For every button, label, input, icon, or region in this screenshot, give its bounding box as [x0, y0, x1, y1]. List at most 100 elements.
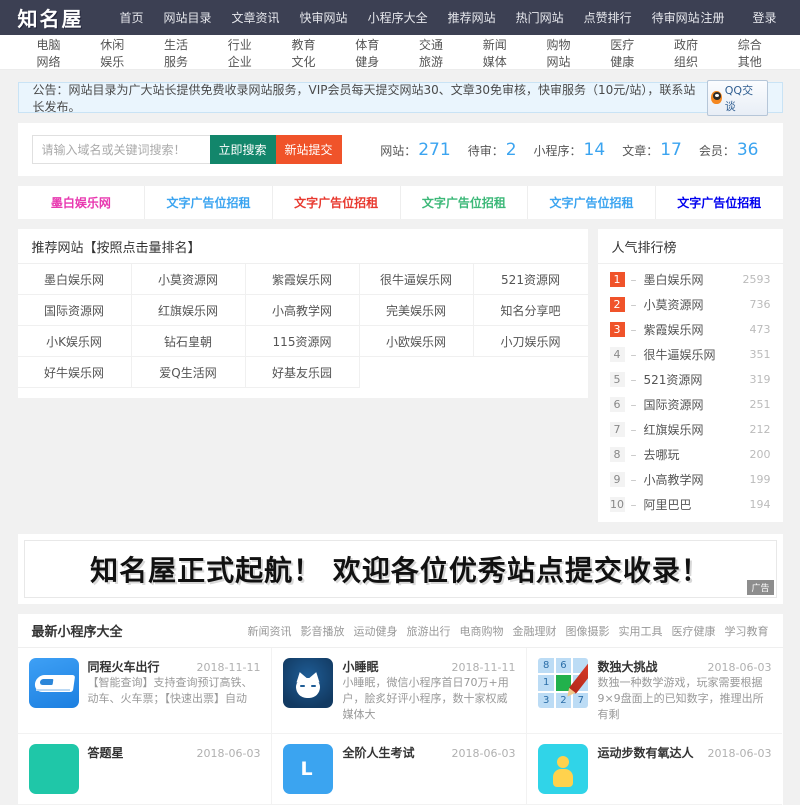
- text-ad-6[interactable]: 文字广告位招租: [656, 186, 783, 219]
- site-logo[interactable]: 知名屋: [18, 3, 84, 32]
- site-link[interactable]: 小K娱乐网: [17, 326, 132, 357]
- mp-category-news[interactable]: 新闻资讯: [248, 623, 292, 639]
- mp-category-fitness[interactable]: 运动健身: [354, 623, 398, 639]
- miniprogram-card[interactable]: L 全阶人生考试 2018-06-03: [272, 734, 528, 805]
- mp-category-medical[interactable]: 医疗健康: [672, 623, 716, 639]
- category-other[interactable]: 综合其他: [719, 36, 783, 70]
- nav-item-miniprograms[interactable]: 小程序大全: [368, 9, 428, 26]
- site-link[interactable]: 115资源网: [245, 326, 360, 357]
- mp-category-finance[interactable]: 金融理财: [513, 623, 557, 639]
- rank-row[interactable]: 8 – 去哪玩 200: [598, 442, 783, 467]
- site-link[interactable]: 知名分享吧: [473, 295, 588, 326]
- nav-item-recommended[interactable]: 推荐网站: [448, 9, 496, 26]
- rank-number: 4: [609, 347, 625, 362]
- site-link[interactable]: 紫霞娱乐网: [245, 264, 360, 295]
- rank-dash-icon: –: [630, 397, 637, 412]
- sudoku-cell: 3: [538, 692, 554, 708]
- mp-category-photo[interactable]: 图像摄影: [566, 623, 610, 639]
- miniprogram-grid: 同程火车出行 2018-11-11 【智能查询】支持查询预订高铁、动车、火车票；…: [17, 648, 783, 805]
- rank-row[interactable]: 4 – 很牛逼娱乐网 351: [598, 342, 783, 367]
- mp-category-study[interactable]: 学习教育: [725, 623, 769, 639]
- rank-site-name: 紫霞娱乐网: [643, 323, 704, 337]
- site-link[interactable]: 小刀娱乐网: [473, 326, 588, 357]
- miniprogram-date: 2018-06-03: [451, 747, 516, 760]
- site-link[interactable]: 521资源网: [473, 264, 588, 295]
- train-icon: [28, 658, 79, 708]
- site-link[interactable]: 爱Q生活网: [131, 357, 246, 388]
- site-link[interactable]: 好牛娱乐网: [17, 357, 132, 388]
- site-link[interactable]: 钻石皇朝: [131, 326, 246, 357]
- site-link[interactable]: 很牛逼娱乐网: [359, 264, 474, 295]
- rank-dash-icon: –: [630, 347, 637, 362]
- miniprogram-card[interactable]: 答题星 2018-06-03: [17, 734, 273, 805]
- nav-item-hot[interactable]: 热门网站: [516, 9, 564, 26]
- sudoku-cell: 6: [555, 658, 572, 674]
- popularity-ranking-title: 人气排行榜: [597, 229, 783, 264]
- text-ad-2[interactable]: 文字广告位招租: [145, 186, 273, 219]
- category-sports[interactable]: 体育健身: [336, 36, 400, 70]
- recommended-sites-title: 推荐网站【按照点击量排名】: [17, 229, 588, 264]
- rank-site-name: 墨白娱乐网: [643, 273, 704, 287]
- nav-item-home[interactable]: 首页: [120, 9, 144, 26]
- rank-row[interactable]: 3 – 紫霞娱乐网 473: [598, 317, 783, 342]
- miniprogram-card[interactable]: 同程火车出行 2018-11-11 【智能查询】支持查询预订高铁、动车、火车票；…: [17, 648, 273, 734]
- recommended-sites-panel: 推荐网站【按照点击量排名】 墨白娱乐网 小莫资源网 紫霞娱乐网 很牛逼娱乐网 5…: [17, 229, 588, 398]
- rank-row[interactable]: 6 – 国际资源网 251: [598, 392, 783, 417]
- text-ad-4[interactable]: 文字广告位招租: [401, 186, 529, 219]
- site-link[interactable]: 墨白娱乐网: [17, 264, 132, 295]
- rank-row[interactable]: 2 – 小莫资源网 736: [598, 292, 783, 317]
- rank-row[interactable]: 10 – 阿里巴巴 194: [598, 492, 783, 517]
- site-link[interactable]: 红旗娱乐网: [131, 295, 246, 326]
- text-ad-5[interactable]: 文字广告位招租: [528, 186, 656, 219]
- site-link[interactable]: 小欧娱乐网: [359, 326, 474, 357]
- submit-site-button[interactable]: 新站提交: [275, 135, 342, 164]
- rank-dash-icon: –: [630, 497, 637, 512]
- site-link[interactable]: 小莫资源网: [131, 264, 246, 295]
- text-ad-1[interactable]: 墨白娱乐网: [18, 186, 146, 219]
- rank-row[interactable]: 7 – 红旗娱乐网 212: [598, 417, 783, 442]
- miniprogram-card[interactable]: 运动步数有氧达人 2018-06-03: [527, 734, 783, 805]
- category-computer-network[interactable]: 电脑网络: [18, 36, 82, 70]
- stat-pending-value: 2: [505, 139, 517, 160]
- miniprogram-card[interactable]: 8 6 1 4 3 2 7 数独大挑战 2018-06-03 数独: [527, 648, 783, 734]
- rank-number: 3: [609, 322, 625, 337]
- login-link[interactable]: 登录: [752, 9, 776, 26]
- mp-category-shopping[interactable]: 电商购物: [460, 623, 504, 639]
- rank-hits: 473: [749, 323, 771, 336]
- category-life-services[interactable]: 生活服务: [145, 36, 209, 70]
- nav-item-pending[interactable]: 待审网站: [652, 9, 700, 26]
- category-shopping[interactable]: 购物网站: [528, 36, 592, 70]
- site-link[interactable]: 国际资源网: [17, 295, 132, 326]
- rank-row[interactable]: 9 – 小高教学网 199: [598, 467, 783, 492]
- site-link[interactable]: 好基友乐园: [245, 357, 360, 388]
- category-government[interactable]: 政府组织: [655, 36, 719, 70]
- site-link[interactable]: 小高教学网: [245, 295, 360, 326]
- mp-category-tools[interactable]: 实用工具: [619, 623, 663, 639]
- nav-item-likes-rank[interactable]: 点赞排行: [584, 9, 632, 26]
- mp-category-travel[interactable]: 旅游出行: [407, 623, 451, 639]
- category-travel[interactable]: 交通旅游: [400, 36, 464, 70]
- miniprogram-date: 2018-06-03: [707, 747, 772, 760]
- nav-item-articles[interactable]: 文章资讯: [232, 9, 280, 26]
- nav-item-fastaudit[interactable]: 快审网站: [300, 9, 348, 26]
- rank-number: 2: [609, 297, 625, 312]
- category-industry[interactable]: 行业企业: [209, 36, 273, 70]
- nav-item-directory[interactable]: 网站目录: [164, 9, 212, 26]
- rank-row[interactable]: 1 – 墨白娱乐网 2593: [598, 267, 783, 292]
- miniprogram-description: 数独一种数学游戏，玩家需要根据9×9盘面上的已知数字，推理出所有剩: [597, 676, 764, 721]
- qq-chat-button[interactable]: QQ交谈: [707, 79, 768, 116]
- miniprogram-card[interactable]: 小睡眠 2018-11-11 小睡眠，微信小程序首日70万+用户，脍炙好评小程序…: [272, 648, 528, 734]
- banner-ad[interactable]: 知名屋正式起航！ 欢迎各位优秀站点提交收录！ 广告: [17, 534, 783, 604]
- register-link[interactable]: 注册: [700, 9, 724, 26]
- category-leisure[interactable]: 休闲娱乐: [81, 36, 145, 70]
- site-link[interactable]: 完美娱乐网: [359, 295, 474, 326]
- search-input[interactable]: [31, 135, 210, 164]
- search-button[interactable]: 立即搜索: [209, 135, 276, 164]
- mp-category-media[interactable]: 影音播放: [301, 623, 345, 639]
- category-news-media[interactable]: 新闻媒体: [464, 36, 528, 70]
- category-education[interactable]: 教育文化: [273, 36, 337, 70]
- rank-number: 10: [609, 497, 625, 512]
- category-medical[interactable]: 医疗健康: [591, 36, 655, 70]
- rank-row[interactable]: 5 – 521资源网 319: [598, 367, 783, 392]
- text-ad-3[interactable]: 文字广告位招租: [273, 186, 401, 219]
